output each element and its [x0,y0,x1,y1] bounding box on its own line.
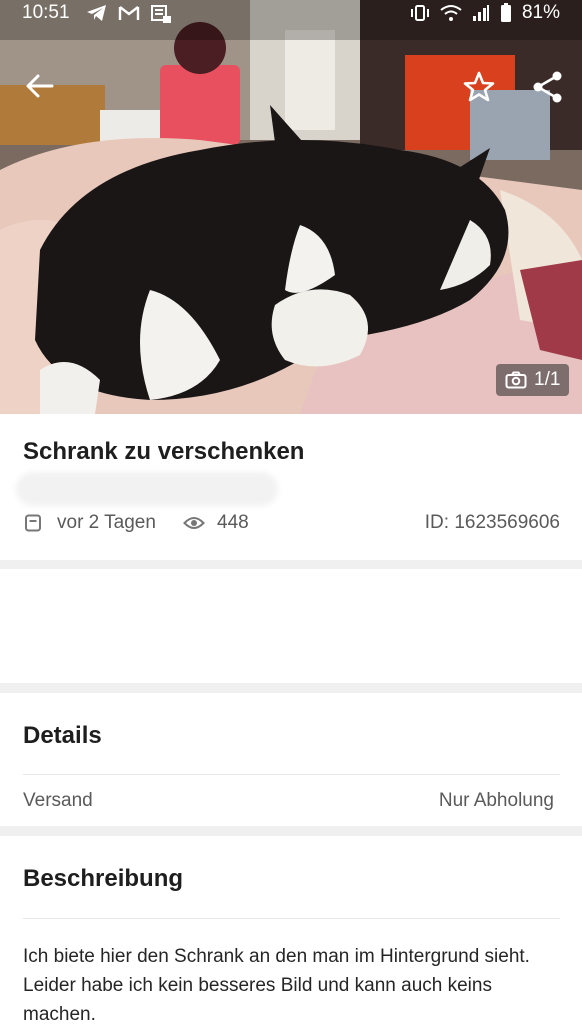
listing-views-count: 448 [217,512,249,533]
favorite-button[interactable] [462,70,496,104]
system-icons: 81% [410,2,560,24]
gmail-icon [118,6,140,20]
description-heading: Beschreibung [23,865,184,892]
listing-photo[interactable]: 10:51 81% 1/1 [0,0,582,414]
details-section: Details Versand Nur Abholung [0,693,582,826]
description-text: Ich biete hier den Schrank an den man im… [23,946,530,1025]
camera-icon [505,371,527,389]
redacted-location [16,472,278,506]
telegram-icon [87,5,106,21]
listing-title: Schrank zu verschenken [23,438,305,465]
share-button[interactable] [532,70,564,104]
listing-date: vor 2 Tagen [23,512,156,534]
description-section: Beschreibung Ich biete hier den Schrank … [0,836,582,1030]
listing-views: 448 [183,512,249,534]
calendar-icon [25,514,41,532]
ad-placeholder [0,569,582,683]
section-divider [0,826,582,836]
back-button[interactable] [24,70,56,102]
details-divider [23,774,560,775]
description-divider [23,918,560,919]
news-icon [151,5,171,23]
photo-counter[interactable]: 1/1 [496,364,570,396]
photo-counter-label: 1/1 [534,369,561,390]
listing-meta: vor 2 Tagen 448 ID: 1623569606 [23,512,560,538]
arrow-left-icon [26,74,54,98]
vibrate-icon [410,5,429,21]
section-divider [0,560,582,569]
battery-icon [500,3,511,22]
detail-value: Nur Abholung [438,790,554,811]
notification-icons [86,4,172,24]
star-icon [463,71,495,102]
section-divider [0,683,582,693]
listing-summary: Schrank zu verschenken vor 2 Tagen 448 I… [0,414,582,560]
status-bar: 10:51 81% [0,0,582,26]
eye-icon [183,517,205,529]
detail-key: Versand [23,790,93,811]
status-time: 10:51 [22,2,70,23]
signal-icon [472,5,489,21]
battery-percentage: 81% [521,2,560,23]
cat-photo-illustration [0,0,582,414]
details-heading: Details [23,722,102,749]
listing-id: ID: 1623569606 [424,512,560,533]
share-icon [533,71,562,103]
wifi-icon [440,5,462,21]
listing-date-label: vor 2 Tagen [57,512,156,533]
